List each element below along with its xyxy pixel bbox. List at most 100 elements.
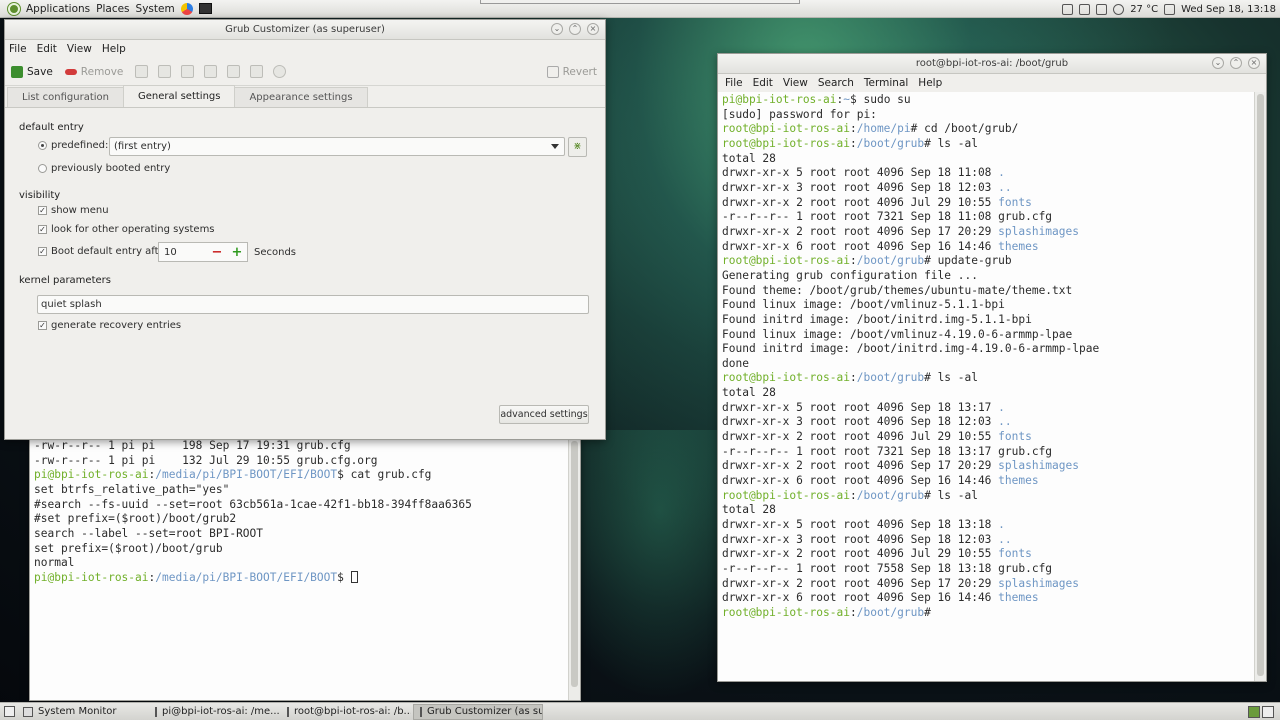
predefined-radio-indicator[interactable] <box>38 141 47 150</box>
terminal-line: Found linux image: /boot/vmlinuz-5.1.1-b… <box>722 298 1254 313</box>
workspace-switcher[interactable] <box>1248 705 1274 718</box>
plus-icon[interactable]: + <box>227 245 247 260</box>
menu-file[interactable]: File <box>725 77 743 89</box>
previously-booted-radio[interactable]: previously booted entry <box>38 163 170 174</box>
menu-system[interactable]: System <box>136 3 175 15</box>
terminal-text: # <box>924 605 938 619</box>
entry-picker-button[interactable]: ⋇ <box>568 137 587 157</box>
menu-places[interactable]: Places <box>96 3 129 15</box>
close-icon[interactable]: × <box>1248 57 1260 69</box>
tab-list-configuration[interactable]: List configuration <box>7 87 124 107</box>
distro-logo-icon[interactable] <box>8 2 20 15</box>
chevron-down-icon[interactable] <box>551 144 559 149</box>
menu-edit[interactable]: Edit <box>753 77 773 89</box>
edit-icon[interactable] <box>135 65 149 78</box>
close-icon[interactable]: × <box>587 23 599 35</box>
menu-terminal[interactable]: Terminal <box>864 77 908 89</box>
save-button[interactable]: Save <box>11 65 53 78</box>
generate-recovery-checkbox[interactable]: ✓ generate recovery entries <box>38 320 181 331</box>
show-desktop-icon[interactable] <box>4 706 15 717</box>
browser-launcher-icon[interactable] <box>180 2 193 15</box>
move-up-icon[interactable] <box>181 65 195 78</box>
minimize-icon[interactable]: ⌄ <box>1212 57 1224 69</box>
terminal-text: Found initrd image: /boot/initrd.img-4.1… <box>722 342 1100 356</box>
terminal-text: root@bpi-iot-ros-ai <box>722 371 850 385</box>
timeout-stepper[interactable]: 10 − + <box>158 242 248 262</box>
tab-general-settings[interactable]: General settings <box>123 85 236 107</box>
terminal-scrollbar[interactable] <box>1254 92 1266 681</box>
terminal-scrollbar[interactable] <box>568 439 580 700</box>
remove-button[interactable]: Remove <box>64 66 123 78</box>
default-entry-select[interactable]: (first entry) <box>109 137 565 156</box>
terminal-text: drwxr-xr-x 3 root root 4096 Sep 18 12:03 <box>722 532 999 546</box>
move-down-icon[interactable] <box>204 65 218 78</box>
task-terminal-root[interactable]: root@bpi-iot-ros-ai: /b... <box>281 704 411 720</box>
grub-customizer-icon <box>420 706 422 717</box>
terminal-line: drwxr-xr-x 6 root root 4096 Sep 16 14:46… <box>722 591 1254 606</box>
look-other-os-check-icon[interactable]: ✓ <box>38 225 47 234</box>
new-entry-icon[interactable] <box>158 65 172 78</box>
scrollbar-thumb[interactable] <box>1257 94 1264 676</box>
terminal-launcher-icon[interactable] <box>198 3 212 14</box>
menu-help[interactable]: Help <box>102 43 126 55</box>
email-icon[interactable] <box>1164 3 1176 15</box>
window-edge-strip <box>480 0 800 4</box>
refresh-icon[interactable] <box>273 65 287 78</box>
maximize-icon[interactable]: ⌃ <box>1230 57 1242 69</box>
workspace-1-icon[interactable] <box>1248 705 1260 718</box>
menu-file[interactable]: File <box>9 43 27 55</box>
maximize-icon[interactable]: ⌃ <box>569 23 581 35</box>
scrollbar-thumb[interactable] <box>571 441 578 687</box>
titlebar[interactable]: Grub Customizer (as superuser) ⌄ ⌃ × <box>5 20 605 40</box>
terminal-text: . <box>998 166 1005 180</box>
terminal-line: root@bpi-iot-ros-ai:/boot/grub# ls -al <box>722 489 1254 504</box>
temperature[interactable]: 27 °C <box>1130 4 1158 15</box>
move-right-icon[interactable] <box>250 65 264 78</box>
weather-icon[interactable] <box>1113 3 1125 15</box>
previously-booted-radio-indicator[interactable] <box>38 164 47 173</box>
clock[interactable]: Wed Sep 18, 13:18 <box>1181 4 1276 15</box>
terminal-line: -r--r--r-- 1 root root 7558 Sep 18 13:18… <box>722 562 1254 577</box>
menu-help[interactable]: Help <box>918 77 942 89</box>
move-left-icon[interactable] <box>227 65 241 78</box>
terminal-text: root@bpi-iot-ros-ai <box>722 122 850 136</box>
revert-button[interactable]: Revert <box>546 65 597 78</box>
terminal-text: normal <box>34 556 75 570</box>
terminal-window-pi[interactable]: -rw-r--r-- 1 pi pi 198 Sep 17 19:31 grub… <box>29 438 581 701</box>
task-system-monitor[interactable]: System Monitor <box>17 704 147 720</box>
menu-search[interactable]: Search <box>818 77 854 89</box>
menu-view[interactable]: View <box>783 77 808 89</box>
task-terminal-pi[interactable]: pi@bpi-iot-ros-ai: /me... <box>149 704 279 720</box>
menu-applications[interactable]: Applications <box>26 3 90 15</box>
clipboard-icon[interactable] <box>1079 3 1091 15</box>
boot-default-after-checkbox[interactable]: ✓ Boot default entry after <box>38 246 169 257</box>
boot-default-check-icon[interactable]: ✓ <box>38 247 47 256</box>
minimize-icon[interactable]: ⌄ <box>551 23 563 35</box>
kernel-parameters-input[interactable]: quiet splash <box>37 295 589 314</box>
terminal-line: drwxr-xr-x 3 root root 4096 Sep 18 12:03… <box>722 181 1254 196</box>
terminal-text: ~ <box>843 93 851 106</box>
titlebar[interactable]: root@bpi-iot-ros-ai: /boot/grub ⌄ ⌃ × <box>718 54 1266 74</box>
terminal-text: done <box>722 356 749 370</box>
tab-appearance-settings[interactable]: Appearance settings <box>234 87 368 107</box>
network-icon[interactable] <box>1096 3 1108 15</box>
terminal-output[interactable]: pi@bpi-iot-ros-ai:~$ sudo su [sudo] passw… <box>718 92 1254 681</box>
terminal-output[interactable]: -rw-r--r-- 1 pi pi 198 Sep 17 19:31 grub… <box>34 439 568 699</box>
terminal-text: drwxr-xr-x 2 root root 4096 Sep 17 20:29 <box>722 459 999 473</box>
grub-customizer-window[interactable]: Grub Customizer (as superuser) ⌄ ⌃ × Fil… <box>4 19 606 440</box>
minus-icon[interactable]: − <box>207 245 227 260</box>
task-grub-customizer[interactable]: Grub Customizer (as su... <box>413 703 543 720</box>
generate-recovery-check-icon[interactable]: ✓ <box>38 321 47 330</box>
workspace-2-icon[interactable] <box>1262 705 1274 718</box>
show-menu-check-icon[interactable]: ✓ <box>38 206 47 215</box>
timeout-value[interactable]: 10 <box>159 247 207 258</box>
terminal-text: : <box>849 488 857 502</box>
terminal-window-root[interactable]: root@bpi-iot-ros-ai: /boot/grub ⌄ ⌃ × Fi… <box>717 53 1267 682</box>
advanced-settings-button[interactable]: advanced settings <box>499 405 589 424</box>
menu-view[interactable]: View <box>67 43 92 55</box>
menu-edit[interactable]: Edit <box>37 43 57 55</box>
volume-icon[interactable] <box>1062 3 1074 15</box>
show-menu-checkbox[interactable]: ✓ show menu <box>38 205 109 216</box>
look-other-os-checkbox[interactable]: ✓ look for other operating systems <box>38 224 215 235</box>
predefined-radio[interactable]: predefined: <box>38 140 108 151</box>
